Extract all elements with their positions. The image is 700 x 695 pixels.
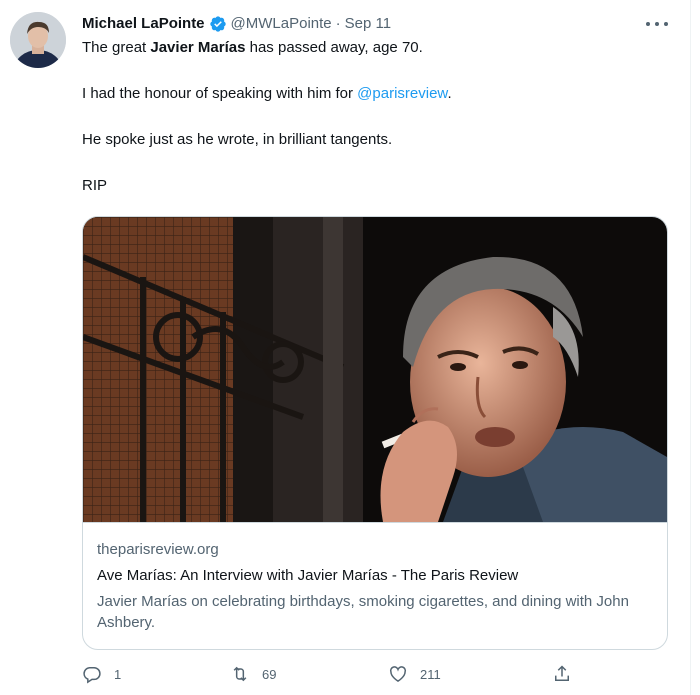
tweet[interactable]: Michael LaPointe @MWLaPointe · Sep 11 Th… (0, 0, 691, 695)
reply-icon (83, 667, 101, 684)
more-icon[interactable] (646, 14, 668, 34)
share-icon (555, 665, 569, 681)
avatar[interactable] (10, 12, 66, 68)
like-icon (389, 666, 407, 682)
retweet-button[interactable]: 69 (230, 662, 276, 686)
action-bar: 1 69 211 (82, 662, 582, 686)
tweet-date[interactable]: Sep 11 (345, 14, 391, 34)
handle[interactable]: @MWLaPointe (231, 14, 332, 34)
reply-button[interactable]: 1 (82, 662, 121, 686)
tweet-line-3: He spoke just as he wrote, in brilliant … (82, 131, 393, 148)
card-description: Javier Marías on celebrating birthdays, … (97, 593, 629, 631)
reply-count: 1 (114, 666, 122, 682)
separator: · (335, 15, 341, 32)
link-card[interactable]: theparisreview.org Ave Marías: An Interv… (82, 216, 668, 650)
tweet-header: Michael LaPointe @MWLaPointe · Sep 11 (82, 14, 650, 34)
share-button[interactable] (552, 662, 584, 686)
retweet-count: 69 (262, 666, 277, 682)
verified-badge-icon (209, 15, 227, 33)
display-name[interactable]: Michael LaPointe (82, 14, 205, 34)
bold-name: Javier Marías (150, 39, 246, 56)
card-meta[interactable]: theparisreview.org Ave Marías: An Interv… (83, 522, 667, 649)
card-title: Ave Marías: An Interview with Javier Mar… (97, 567, 519, 584)
tweet-text: The great Javier Marías has passed away,… (82, 38, 660, 222)
tweet-line-1: The great Javier Marías has passed away,… (82, 39, 423, 56)
like-button[interactable]: 211 (388, 662, 441, 686)
tweet-line-4: RIP (82, 177, 108, 194)
mention-link[interactable]: @parisreview (357, 85, 447, 102)
tweet-line-2: I had the honour of speaking with him fo… (82, 85, 452, 102)
retweet-icon (233, 666, 247, 682)
card-domain: theparisreview.org (97, 541, 219, 558)
like-count: 211 (420, 666, 441, 682)
card-image[interactable] (83, 217, 667, 522)
